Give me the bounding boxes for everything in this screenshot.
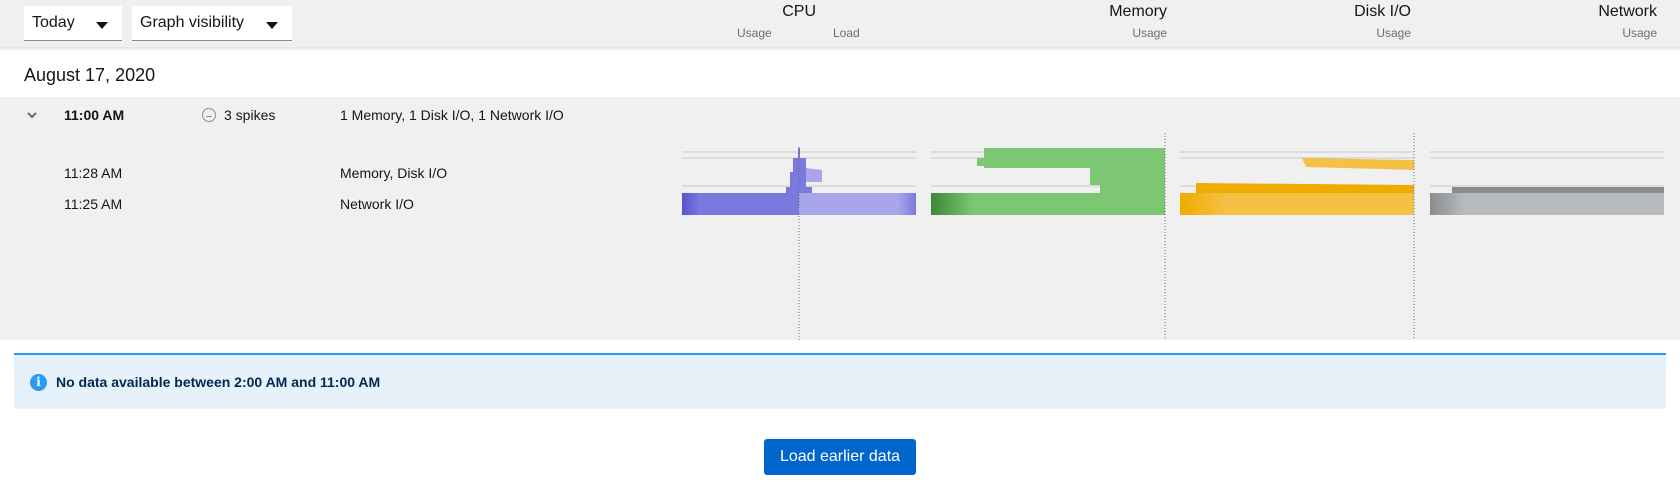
alert-message: No data available between 2:00 AM and 11…	[56, 374, 381, 390]
info-icon: i	[30, 374, 47, 391]
info-alert: i No data available between 2:00 AM and …	[14, 353, 1666, 409]
load-earlier-data-button[interactable]: Load earlier data	[764, 439, 916, 475]
disk-graph[interactable]	[1180, 158, 1414, 215]
network-graph[interactable]	[1430, 187, 1664, 215]
usage-graphs	[682, 133, 1664, 340]
graph-grid	[682, 151, 1664, 187]
